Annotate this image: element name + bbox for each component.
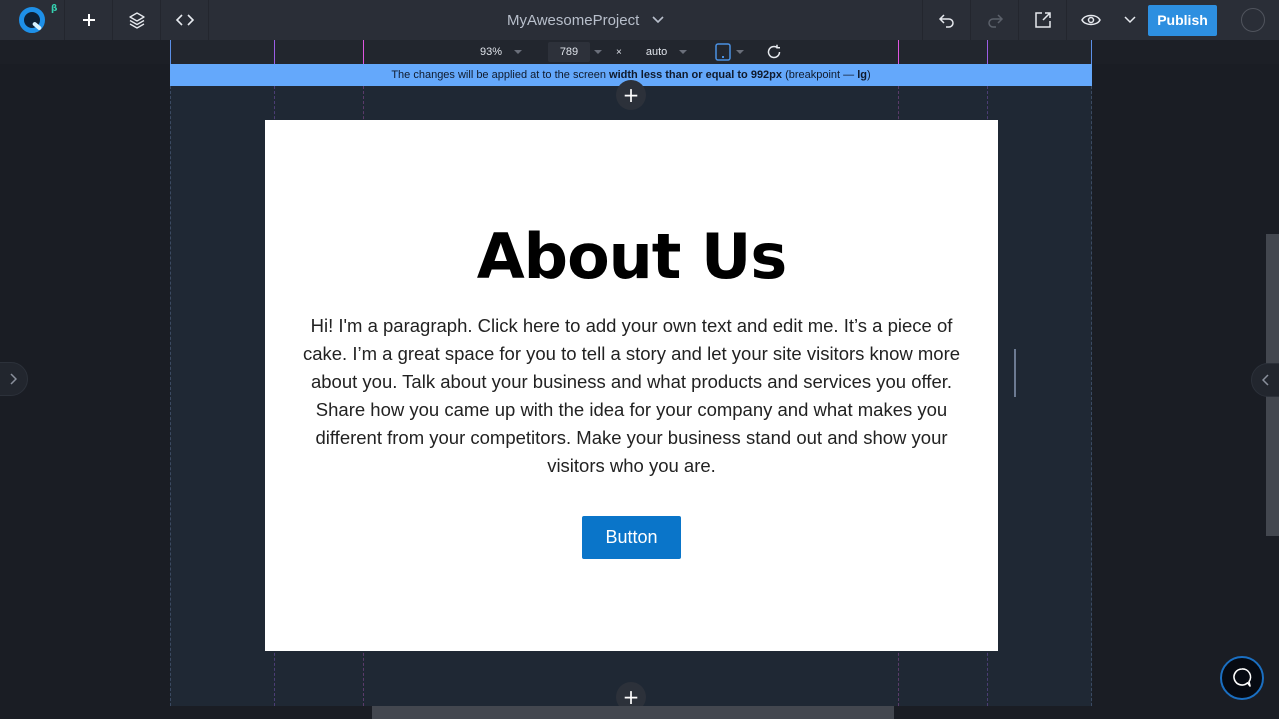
caret-down-icon xyxy=(514,50,523,54)
device-select[interactable] xyxy=(715,43,745,61)
preview-button[interactable] xyxy=(1066,0,1114,40)
app-logo[interactable]: β xyxy=(0,0,65,40)
guide-line xyxy=(1091,40,1092,64)
left-panel-toggle[interactable] xyxy=(0,362,28,396)
project-title: MyAwesomeProject xyxy=(507,11,640,29)
redo-button[interactable] xyxy=(970,0,1018,40)
layers-button[interactable] xyxy=(113,0,161,40)
chevron-down-icon xyxy=(652,16,664,24)
zoom-value: 93% xyxy=(480,46,503,58)
banner-prefix: The changes will be applied at to the sc… xyxy=(391,69,610,81)
caret-down-icon xyxy=(736,50,745,54)
banner-paren-close: ) xyxy=(867,69,871,81)
page-heading[interactable]: About Us xyxy=(265,220,998,293)
guide-line xyxy=(274,40,275,64)
project-selector[interactable]: MyAwesomeProject xyxy=(507,0,665,40)
refresh-button[interactable] xyxy=(766,44,782,60)
banner-breakpoint: lg xyxy=(857,69,867,81)
chat-bubble-icon xyxy=(1233,668,1252,687)
guide-line xyxy=(363,40,364,64)
banner-paren-open: (breakpoint — xyxy=(782,69,858,81)
chat-support-button[interactable] xyxy=(1220,656,1264,700)
right-toolbar: Publish xyxy=(922,0,1279,40)
guide-line xyxy=(987,40,988,64)
chevron-left-icon xyxy=(1262,374,1269,386)
preview-options-button[interactable] xyxy=(1114,0,1146,40)
external-link-icon xyxy=(1034,12,1051,28)
height-select[interactable]: auto xyxy=(645,46,688,58)
code-button[interactable] xyxy=(161,0,209,40)
caret-down-icon xyxy=(679,50,688,54)
undo-button[interactable] xyxy=(922,0,970,40)
chevron-down-icon xyxy=(1124,16,1136,24)
eye-icon xyxy=(1080,14,1101,26)
caret-down-icon xyxy=(594,50,602,54)
plus-icon xyxy=(82,14,95,26)
horizontal-scrollbar[interactable] xyxy=(372,706,894,719)
publish-button[interactable]: Publish xyxy=(1148,4,1217,36)
refresh-icon xyxy=(768,44,781,59)
times-symbol: × xyxy=(616,46,622,58)
viewport-controls: 93% 789 × auto xyxy=(470,40,782,64)
height-value: auto xyxy=(645,46,668,58)
logo-icon xyxy=(19,7,45,33)
editor-canvas: + About Us Hi! I'm a paragraph. Click he… xyxy=(170,80,1092,712)
redo-icon xyxy=(987,14,1003,28)
resize-handle[interactable] xyxy=(1014,349,1016,397)
right-panel-toggle[interactable] xyxy=(1251,363,1279,397)
page-paragraph[interactable]: Hi! I'm a paragraph. Click here to add y… xyxy=(300,312,963,480)
guide-line xyxy=(170,40,171,64)
guide-line xyxy=(170,86,171,706)
width-select[interactable]: 789 xyxy=(548,42,602,62)
user-avatar[interactable] xyxy=(1241,8,1265,32)
banner-condition: width less than or equal to 992px xyxy=(609,69,783,81)
code-icon xyxy=(175,14,194,26)
guide-line xyxy=(898,40,899,64)
add-section-above-button[interactable]: + xyxy=(616,80,646,110)
zoom-select[interactable]: 93% xyxy=(470,46,548,58)
layers-icon xyxy=(128,12,145,29)
guide-line xyxy=(1091,86,1092,706)
undo-icon xyxy=(938,14,954,28)
chevron-right-icon xyxy=(10,373,17,385)
cta-button[interactable]: Button xyxy=(582,516,681,559)
about-section[interactable]: About Us Hi! I'm a paragraph. Click here… xyxy=(265,120,998,651)
beta-badge: β xyxy=(51,4,58,14)
width-input[interactable]: 789 xyxy=(548,42,590,62)
add-element-button[interactable] xyxy=(65,0,113,40)
export-button[interactable] xyxy=(1018,0,1066,40)
tablet-icon xyxy=(715,43,732,61)
